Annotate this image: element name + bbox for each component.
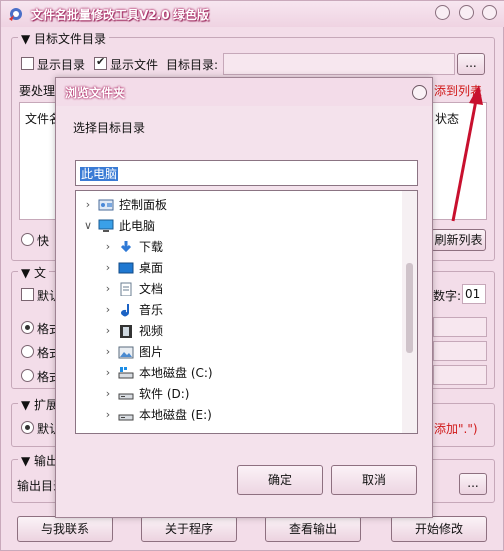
target-dir-input[interactable] (223, 53, 455, 75)
format1-radio[interactable] (21, 321, 34, 334)
music-folder-icon (121, 304, 129, 317)
app-logo-icon (9, 8, 22, 21)
digits-input[interactable]: 01 (462, 284, 486, 304)
dialog-close-button[interactable] (412, 85, 427, 100)
tree-item[interactable]: › 本地磁盘 (C:) (76, 363, 401, 383)
tree-item[interactable]: › 下载 (76, 237, 401, 257)
fast-radio-label: 快 (37, 234, 50, 248)
chevron-right-icon[interactable]: › (102, 384, 114, 404)
video-folder-icon (120, 325, 132, 338)
tree-item-label: 本地磁盘 (E:) (139, 408, 212, 422)
view-output-button[interactable]: 查看输出 (265, 516, 361, 542)
show-files-label: 显示文件 (110, 58, 159, 72)
format2-input[interactable] (433, 341, 487, 361)
tree-item[interactable]: › 音乐 (76, 300, 401, 320)
format1-input[interactable] (433, 317, 487, 337)
tree-item-label: 图片 (139, 345, 164, 359)
tree-item[interactable]: › 桌面 (76, 258, 401, 278)
chevron-down-icon[interactable]: ∨ (82, 216, 94, 236)
drive-c-icon (118, 367, 134, 379)
control-panel-icon (98, 199, 114, 211)
tree-scrollbar-thumb[interactable] (406, 263, 413, 353)
minimize-button[interactable] (435, 5, 450, 20)
download-folder-icon (120, 241, 132, 253)
process-label: 要处理 (19, 84, 56, 98)
folder-tree[interactable]: › 控制面板 ∨ 此电脑 › 下载 › 桌面 › 文档 › 音乐 › 视频 › 图片 › 本地磁盘 (C:) › 软件… (75, 190, 418, 434)
dialog-title-bar: 浏览文件夹 (56, 78, 432, 106)
format3-input[interactable] (433, 365, 487, 385)
drive-e-icon (118, 414, 134, 421)
tree-item-label: 音乐 (139, 303, 164, 317)
filename-default-checkbox[interactable] (21, 288, 34, 301)
format2-radio[interactable] (21, 345, 34, 358)
tree-item[interactable]: › 文档 (76, 279, 401, 299)
chevron-right-icon[interactable]: › (82, 195, 94, 215)
target-dir-browse-button[interactable]: ... (457, 53, 485, 75)
tree-item-label: 此电脑 (119, 219, 156, 233)
dialog-title: 浏览文件夹 (65, 86, 126, 100)
tree-item[interactable]: › 本地磁盘 (E:) (76, 405, 401, 425)
tree-item[interactable]: › 软件 (D:) (76, 384, 401, 404)
folder-path-value: 此电脑 (80, 167, 119, 181)
tree-item[interactable]: ∨ 此电脑 (76, 216, 401, 236)
show-files-checkbox[interactable] (94, 55, 107, 70)
refresh-list-button[interactable]: 刷新列表 (431, 229, 486, 251)
filename-group-title: ▼ 文 (18, 264, 50, 281)
tree-item-label: 文档 (139, 282, 164, 296)
chevron-right-icon[interactable]: › (102, 300, 114, 320)
desktop-folder-icon (118, 262, 134, 274)
title-bar: 文件名批量修改工具V2.0 绿色版 (1, 1, 504, 27)
dialog-prompt: 选择目标目录 (73, 121, 146, 135)
app-title: 文件名批量修改工具V2.0 (31, 8, 170, 22)
computer-icon (98, 219, 114, 232)
show-dirs-label: 显示目录 (37, 58, 86, 72)
start-button[interactable]: 开始修改 (391, 516, 487, 542)
tree-item[interactable]: › 图片 (76, 342, 401, 362)
tree-item-label: 控制面板 (119, 198, 168, 212)
contact-button[interactable]: 与我联系 (17, 516, 113, 542)
digits-label: 数字: (433, 289, 462, 303)
tree-item-label: 桌面 (139, 261, 164, 275)
annotation-arrow-icon (451, 85, 483, 222)
app-edition: 绿色版 (173, 8, 210, 22)
tree-item-label: 软件 (D:) (139, 387, 190, 401)
dialog-ok-button[interactable]: 确定 (237, 465, 323, 495)
chevron-right-icon[interactable]: › (102, 237, 114, 257)
chevron-right-icon[interactable]: › (102, 321, 114, 341)
tree-item-label: 本地磁盘 (C:) (139, 366, 213, 380)
drive-d-icon (118, 393, 134, 400)
tree-item-label: 下载 (139, 240, 164, 254)
chevron-right-icon[interactable]: › (102, 258, 114, 278)
dialog-cancel-button[interactable]: 取消 (331, 465, 417, 495)
close-button[interactable] (482, 5, 497, 20)
fast-radio[interactable] (21, 233, 34, 246)
output-dir-browse-button[interactable]: ... (459, 473, 487, 495)
folder-path-input[interactable]: 此电脑 (75, 160, 418, 186)
tree-item[interactable]: › 视频 (76, 321, 401, 341)
extension-hint-text: 添加".") (434, 422, 478, 436)
chevron-right-icon[interactable]: › (102, 363, 114, 383)
documents-folder-icon (120, 282, 132, 296)
maximize-button[interactable] (459, 5, 474, 20)
chevron-right-icon[interactable]: › (102, 279, 114, 299)
show-dirs-checkbox[interactable] (21, 57, 34, 70)
about-button[interactable]: 关于程序 (141, 516, 237, 542)
format3-radio[interactable] (21, 369, 34, 382)
extension-default-radio[interactable] (21, 421, 34, 434)
browse-folder-dialog: 浏览文件夹 选择目标目录 此电脑 › 控制面板 ∨ 此电脑 › 下载 › 桌面 › 文档 › 音乐 › 视… (55, 77, 433, 518)
chevron-right-icon[interactable]: › (102, 342, 114, 362)
tree-item-label: 视频 (139, 324, 164, 338)
tree-item[interactable]: › 控制面板 (76, 195, 401, 215)
chevron-right-icon[interactable]: › (102, 405, 114, 425)
target-dir-label: 目标目录: (166, 58, 219, 72)
tree-scrollbar[interactable] (402, 191, 417, 433)
target-dir-group-title: ▼ 目标文件目录 (18, 30, 110, 47)
pictures-folder-icon (118, 346, 134, 359)
